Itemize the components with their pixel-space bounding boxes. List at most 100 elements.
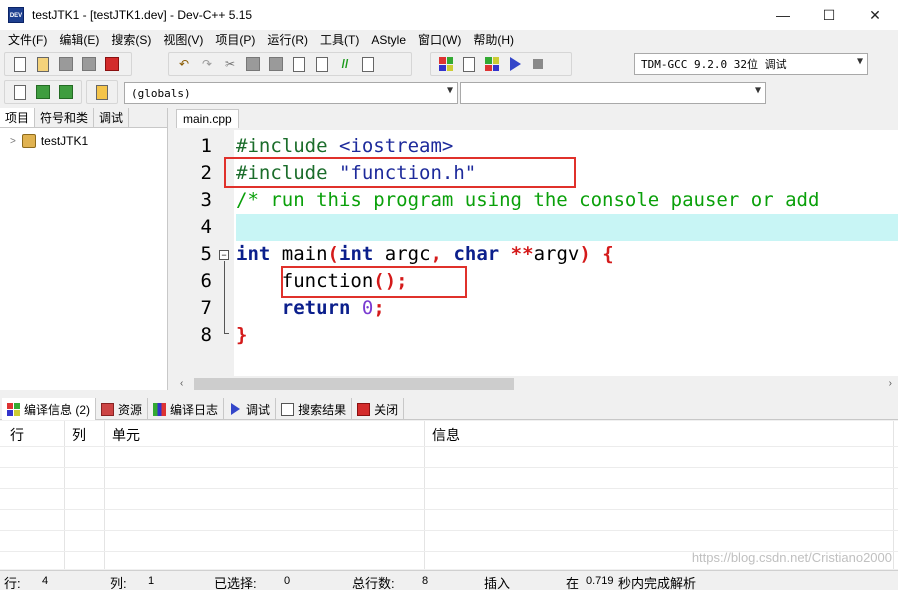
- code-editor[interactable]: 1 2 3 4 5 6 7 8 − #include <iostream> #i…: [176, 130, 898, 376]
- column-line[interactable]: 行: [10, 425, 24, 445]
- menu-run[interactable]: 运行(R): [261, 30, 314, 50]
- tab-debug-output[interactable]: 调试: [224, 398, 277, 420]
- code-line-5: int main(int argc, char **argv) {: [236, 243, 614, 265]
- menu-tools[interactable]: 工具(T): [314, 30, 365, 50]
- status-selected-label: 已选择:: [214, 576, 257, 590]
- copy-button[interactable]: [244, 55, 262, 73]
- remove-from-project-button[interactable]: [57, 83, 75, 101]
- new-file-button[interactable]: [11, 55, 29, 73]
- project-panel-tabs: 项目 符号和类 调试: [0, 108, 167, 128]
- edit-note-button[interactable]: [359, 55, 377, 73]
- menu-search[interactable]: 搜索(S): [105, 30, 157, 50]
- compiler-messages-grid[interactable]: 行 列 单元 信息 https://blog.csdn.net/Cristian…: [0, 421, 898, 569]
- scroll-left-icon[interactable]: ‹: [180, 376, 183, 392]
- scrollbar-thumb[interactable]: [194, 378, 514, 390]
- fold-guide: [224, 261, 225, 333]
- tab-compiler-messages[interactable]: 编译信息 (2): [2, 398, 97, 420]
- line-number: 2: [200, 162, 212, 184]
- toolbar-file-group: [4, 52, 132, 76]
- window-title: testJTK1 - [testJTK1.dev] - Dev-C++ 5.15: [32, 8, 253, 22]
- toolbar-misc-group: [86, 80, 118, 104]
- tab-debug-output-label: 调试: [246, 402, 271, 417]
- stop-button[interactable]: [529, 55, 547, 73]
- line-number: 8: [200, 324, 212, 346]
- code-line-8: }: [236, 324, 248, 346]
- comment-button[interactable]: //: [336, 55, 354, 73]
- find-button[interactable]: [290, 55, 308, 73]
- status-parse-prefix: 在: [566, 576, 580, 590]
- minimize-button[interactable]: —: [760, 0, 806, 30]
- undo-button[interactable]: ↶: [175, 55, 193, 73]
- menu-astyle[interactable]: AStyle: [365, 30, 412, 50]
- status-col-label: 列:: [110, 576, 127, 590]
- compiler-messages-icon: [7, 402, 20, 416]
- close-file-button[interactable]: [103, 55, 121, 73]
- comment-icon: //: [341, 57, 349, 71]
- tab-search-results[interactable]: 搜索结果: [276, 398, 353, 420]
- tab-symbols-classes[interactable]: 符号和类: [35, 108, 95, 127]
- open-file-button[interactable]: [34, 55, 52, 73]
- project-tree-item[interactable]: > testJTK1: [10, 134, 88, 148]
- scroll-right-icon[interactable]: ›: [889, 376, 892, 392]
- save-all-button[interactable]: [80, 55, 98, 73]
- add-to-project-icon: [36, 85, 50, 99]
- menu-edit[interactable]: 编辑(E): [53, 30, 105, 50]
- tab-debug[interactable]: 调试: [94, 108, 130, 127]
- maximize-button[interactable]: ☐: [806, 0, 852, 30]
- column-message[interactable]: 信息: [432, 425, 460, 445]
- replace-button[interactable]: [313, 55, 331, 73]
- column-col[interactable]: 列: [72, 425, 86, 445]
- tab-resources[interactable]: 资源: [96, 398, 149, 420]
- project-options-button[interactable]: [93, 83, 111, 101]
- watermark: https://blog.csdn.net/Cristiano2000: [691, 550, 892, 565]
- compiler-select[interactable]: TDM-GCC 9.2.0 32位 调试 ▼: [634, 53, 868, 75]
- function-select[interactable]: ▼: [460, 82, 766, 104]
- close-button[interactable]: ✕: [852, 0, 898, 30]
- chevron-down-icon: ▼: [856, 56, 863, 67]
- compile-button[interactable]: [437, 55, 455, 73]
- paste-icon: [269, 57, 283, 71]
- add-to-project-button[interactable]: [34, 83, 52, 101]
- code-line-1: #include <iostream>: [236, 135, 454, 157]
- line-number: 7: [200, 297, 212, 319]
- code-line-3: /* run this program using the console pa…: [236, 189, 820, 211]
- editor-horizontal-scrollbar[interactable]: ‹ ›: [176, 376, 898, 392]
- remove-from-project-icon: [59, 85, 73, 99]
- chevron-right-icon[interactable]: >: [10, 136, 16, 147]
- tab-main-cpp[interactable]: main.cpp: [176, 109, 239, 128]
- cut-button[interactable]: ✂: [221, 55, 239, 73]
- fold-toggle-icon[interactable]: −: [219, 250, 229, 260]
- stop-icon: [533, 59, 543, 69]
- save-button[interactable]: [57, 55, 75, 73]
- row-divider: [0, 530, 898, 531]
- menu-window[interactable]: 窗口(W): [412, 30, 467, 50]
- tab-compile-log[interactable]: 编译日志: [148, 398, 225, 420]
- compile-run-button[interactable]: [483, 55, 501, 73]
- tab-project[interactable]: 项目: [0, 108, 36, 127]
- row-divider: [0, 488, 898, 489]
- menu-project[interactable]: 项目(P): [209, 30, 261, 50]
- column-divider: [104, 421, 105, 569]
- menu-view[interactable]: 视图(V): [157, 30, 209, 50]
- status-parse-suffix: 秒内完成解析: [618, 576, 697, 590]
- debug-icon: [509, 57, 521, 71]
- menu-help[interactable]: 帮助(H): [467, 30, 520, 50]
- redo-button[interactable]: ↷: [198, 55, 216, 73]
- project-panel: 项目 符号和类 调试 > testJTK1: [0, 108, 168, 390]
- new-project-button[interactable]: [11, 83, 29, 101]
- debug-button[interactable]: [506, 55, 524, 73]
- scope-select[interactable]: (globals) ▼: [124, 82, 458, 104]
- run-button[interactable]: [460, 55, 478, 73]
- status-total-label: 总行数:: [352, 576, 395, 590]
- copy-icon: [246, 57, 260, 71]
- tab-close[interactable]: 关闭: [352, 398, 405, 420]
- title-bar: DEV testJTK1 - [testJTK1.dev] - Dev-C++ …: [0, 0, 898, 30]
- scope-select-value: (globals): [131, 86, 191, 100]
- menu-file[interactable]: 文件(F): [2, 30, 53, 50]
- toolbar-edit-group: ↶ ↷ ✂ //: [168, 52, 412, 76]
- tab-search-results-label: 搜索结果: [298, 402, 347, 417]
- paste-button[interactable]: [267, 55, 285, 73]
- column-divider: [424, 421, 425, 569]
- menu-bar: 文件(F) 编辑(E) 搜索(S) 视图(V) 项目(P) 运行(R) 工具(T…: [0, 30, 898, 50]
- column-unit[interactable]: 单元: [112, 425, 140, 445]
